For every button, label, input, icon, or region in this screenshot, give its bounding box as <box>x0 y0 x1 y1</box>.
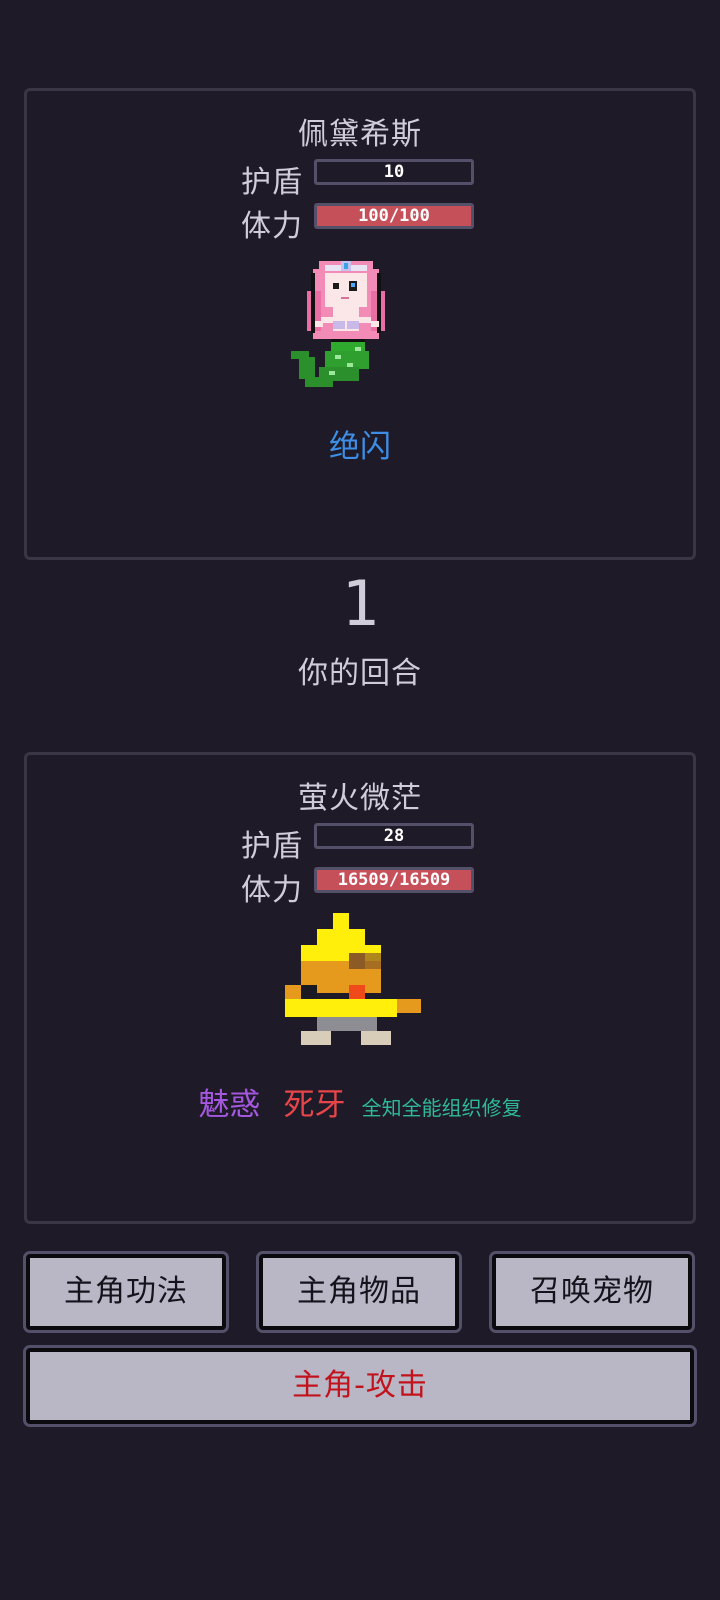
enemy-shield-label: 护盾 <box>241 165 303 200</box>
player-hp-bar: 16509/16509 <box>314 867 474 893</box>
enemy-panel: 佩黛希斯 护盾 10 体力 100/100 绝闪 <box>24 88 696 560</box>
turn-counter: 1 <box>341 567 379 640</box>
player-name: 萤火微茫 <box>298 781 422 816</box>
summon-pet-button[interactable]: 召唤宠物 <box>489 1251 695 1333</box>
player-shield-bar: 28 <box>314 823 474 849</box>
player-skill-line: 魅惑 死牙 全知全能组织修复 <box>27 1079 693 1124</box>
player-shield-label: 护盾 <box>241 829 303 864</box>
player-hp-label: 体力 <box>241 873 303 908</box>
turn-label: 你的回合 <box>298 656 422 691</box>
enemy-hp-label: 体力 <box>241 209 303 244</box>
enemy-shield-bar: 10 <box>314 159 474 185</box>
player-skill-meihuo[interactable]: 魅惑 <box>198 1079 260 1124</box>
mermaid-sprite[interactable] <box>285 251 405 411</box>
attack-button[interactable]: 主角-攻击 <box>23 1345 697 1427</box>
yellow-bird-sprite[interactable] <box>285 913 435 1063</box>
enemy-hp-bar: 100/100 <box>314 203 474 229</box>
skills-button[interactable]: 主角功法 <box>23 1251 229 1333</box>
enemy-name: 佩黛希斯 <box>298 117 422 152</box>
player-panel: 萤火微茫 护盾 28 体力 16509/16509 魅惑 死牙 全知全能组织修复 <box>24 752 696 1224</box>
enemy-skill-jueshan[interactable]: 绝闪 <box>329 421 391 466</box>
player-skill-siya[interactable]: 死牙 <box>284 1079 346 1124</box>
player-skill-quanzhi[interactable]: 全知全能组织修复 <box>362 1092 522 1121</box>
items-button[interactable]: 主角物品 <box>256 1251 462 1333</box>
enemy-skill-line: 绝闪 <box>27 421 693 466</box>
